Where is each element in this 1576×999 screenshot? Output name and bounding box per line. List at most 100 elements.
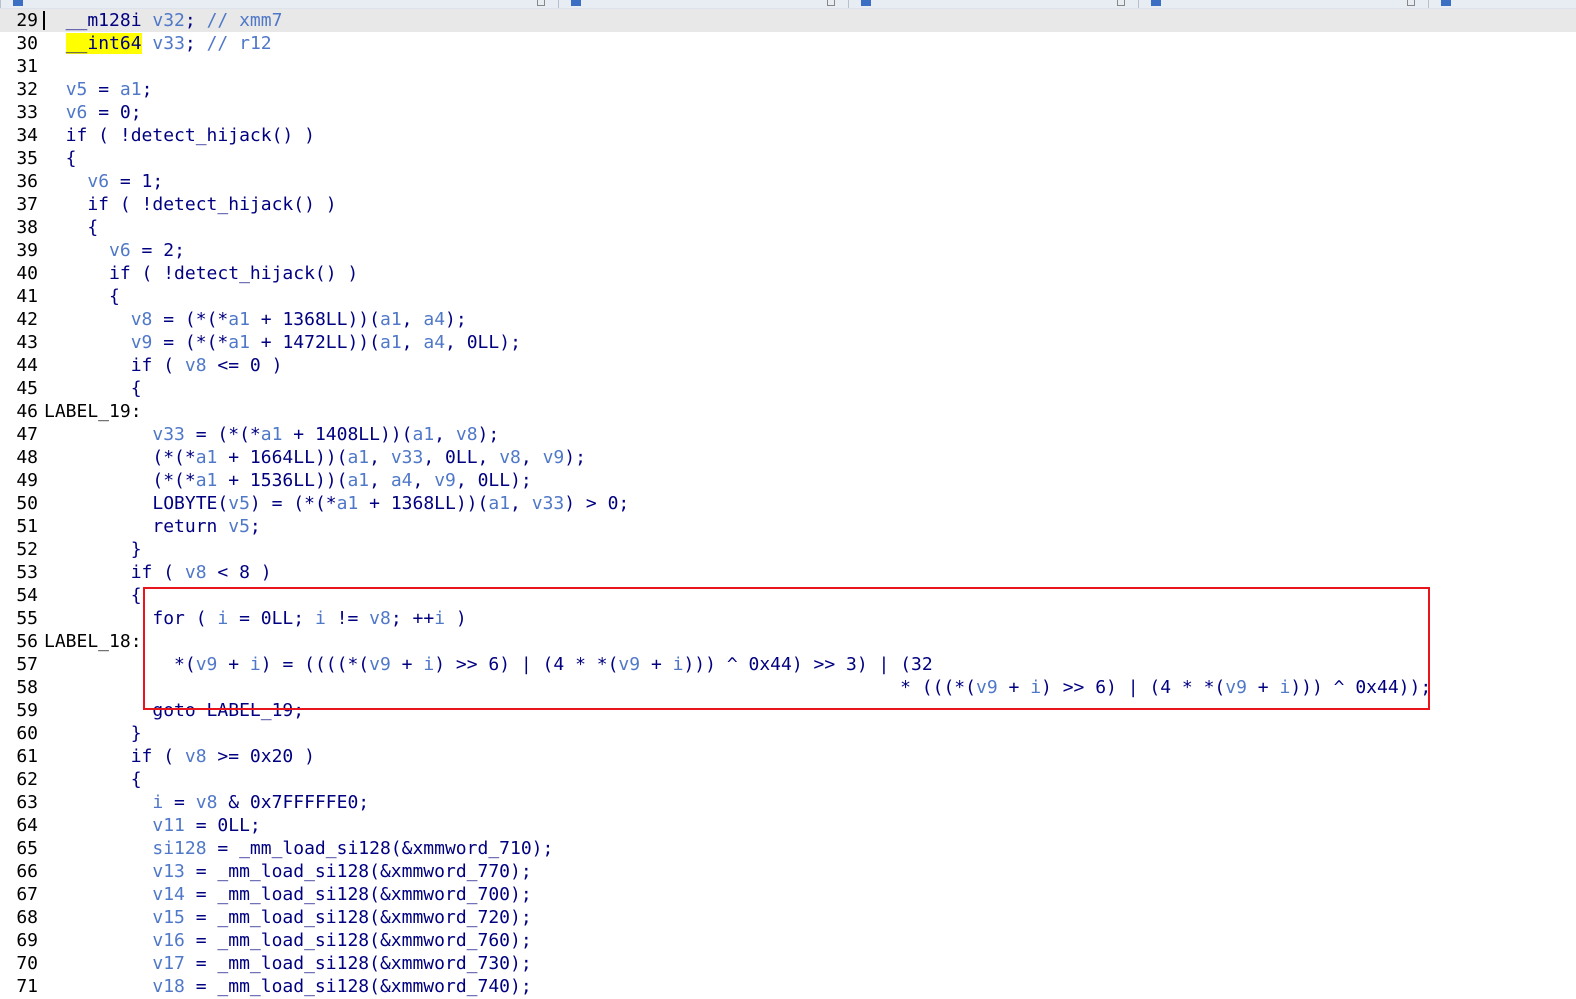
tab-hex-view[interactable] <box>558 0 849 8</box>
code-line[interactable]: 37 if ( !detect_hijack() ) <box>0 193 1576 216</box>
line-number: 65 <box>16 838 38 859</box>
tab-imports[interactable] <box>1428 0 1576 8</box>
line-number: 55 <box>16 608 38 629</box>
code-text: (*(*a1 + 1536LL))(a1, a4, v9, 0LL); <box>44 470 532 491</box>
code-line[interactable]: 38 { <box>0 216 1576 239</box>
line-number: 31 <box>16 56 38 77</box>
code-line[interactable]: 53 if ( v8 < 8 ) <box>0 561 1576 584</box>
code-text: return v5; <box>44 516 261 537</box>
code-line[interactable]: 35 { <box>0 147 1576 170</box>
code-line[interactable]: 42 v8 = (*(*a1 + 1368LL))(a1, a4); <box>0 308 1576 331</box>
code-text: v5 = a1; <box>65 79 153 100</box>
code-text: __int64 v33; // r12 <box>65 33 272 54</box>
code-line[interactable]: 64 v11 = 0LL; <box>0 814 1576 837</box>
tab-structures[interactable] <box>848 0 1139 8</box>
code-text: v17 = _mm_load_si128(&xmmword_730); <box>152 953 532 974</box>
code-text: { <box>44 378 142 399</box>
code-text: { <box>44 148 77 169</box>
code-line[interactable]: 34 if ( !detect_hijack() ) <box>0 124 1576 147</box>
close-icon[interactable] <box>1407 0 1415 6</box>
code-line[interactable]: 39 v6 = 2; <box>0 239 1576 262</box>
line-number: 43 <box>16 332 38 353</box>
line-number: 61 <box>16 746 38 767</box>
code-line[interactable]: 50 LOBYTE(v5) = (*(*a1 + 1368LL))(a1, v3… <box>0 492 1576 515</box>
code-line[interactable]: 41 { <box>0 285 1576 308</box>
close-icon[interactable] <box>1117 0 1125 6</box>
code-text: v8 = (*(*a1 + 1368LL))(a1, a4); <box>130 309 467 330</box>
code-line[interactable]: 71 v18 = _mm_load_si128(&xmmword_740); <box>0 975 1576 998</box>
code-text: v9 = (*(*a1 + 1472LL))(a1, a4, 0LL); <box>130 332 521 353</box>
line-number: 59 <box>16 700 38 721</box>
line-number: 34 <box>16 125 38 146</box>
line-number: 40 <box>16 263 38 284</box>
tab-enums[interactable] <box>1138 0 1429 8</box>
code-text: v6 = 1; <box>87 171 164 192</box>
code-line[interactable]: 45 { <box>0 377 1576 400</box>
code-line[interactable]: 44 if ( v8 <= 0 ) <box>0 354 1576 377</box>
code-line[interactable]: 32 v5 = a1; <box>0 78 1576 101</box>
line-number: 62 <box>16 769 38 790</box>
code-line[interactable]: 31 <box>0 55 1576 78</box>
line-number: 30 <box>16 33 38 54</box>
code-line[interactable]: 47 v33 = (*(*a1 + 1408LL))(a1, v8); <box>0 423 1576 446</box>
code-line[interactable]: 30 __int64 v33; // r12 <box>0 32 1576 55</box>
code-line[interactable]: 36 v6 = 1; <box>0 170 1576 193</box>
code-line[interactable]: 69 v16 = _mm_load_si128(&xmmword_760); <box>0 929 1576 952</box>
code-line[interactable]: 70 v17 = _mm_load_si128(&xmmword_730); <box>0 952 1576 975</box>
code-text: v15 = _mm_load_si128(&xmmword_720); <box>152 907 532 928</box>
code-text: { <box>44 769 142 790</box>
code-text: { <box>44 585 142 606</box>
line-number: 38 <box>16 217 38 238</box>
text-cursor <box>43 11 45 30</box>
code-line[interactable]: 67 v14 = _mm_load_si128(&xmmword_700); <box>0 883 1576 906</box>
code-line[interactable]: 68 v15 = _mm_load_si128(&xmmword_720); <box>0 906 1576 929</box>
code-text: si128 = _mm_load_si128(&xmmword_710); <box>152 838 554 859</box>
line-number: 63 <box>16 792 38 813</box>
close-icon[interactable] <box>827 0 835 6</box>
code-text: v6 = 2; <box>109 240 185 261</box>
code-line[interactable]: 65 si128 = _mm_load_si128(&xmmword_710); <box>0 837 1576 860</box>
pseudocode-editor[interactable]: 29 __m128i v32; // xmm7 30 __int64 v33; /… <box>0 9 1576 999</box>
code-line[interactable]: 62 { <box>0 768 1576 791</box>
code-line[interactable]: 29 __m128i v32; // xmm7 <box>0 9 1576 32</box>
imports-icon <box>1441 0 1451 6</box>
code-line[interactable]: 48 (*(*a1 + 1664LL))(a1, v33, 0LL, v8, v… <box>0 446 1576 469</box>
code-line[interactable]: 51 return v5; <box>0 515 1576 538</box>
code-text: LABEL_18: <box>44 631 142 652</box>
code-text: if ( v8 <= 0 ) <box>44 355 283 376</box>
line-number: 66 <box>16 861 38 882</box>
line-number: 47 <box>16 424 38 445</box>
code-text: __m128i v32; // xmm7 <box>44 10 283 31</box>
code-line[interactable]: 46 LABEL_19: <box>0 400 1576 423</box>
tab-pseudocode-view[interactable] <box>0 0 559 8</box>
code-text: { <box>44 286 120 307</box>
code-line[interactable]: 40 if ( !detect_hijack() ) <box>0 262 1576 285</box>
pseudocode-view-icon <box>13 0 23 6</box>
line-number: 64 <box>16 815 38 836</box>
code-text: LOBYTE(v5) = (*(*a1 + 1368LL))(a1, v33) … <box>44 493 630 514</box>
code-line[interactable]: 49 (*(*a1 + 1536LL))(a1, a4, v9, 0LL); <box>0 469 1576 492</box>
annotation-highlight-box <box>143 587 1430 710</box>
code-line[interactable]: 43 v9 = (*(*a1 + 1472LL))(a1, a4, 0LL); <box>0 331 1576 354</box>
code-line[interactable]: 66 v13 = _mm_load_si128(&xmmword_770); <box>0 860 1576 883</box>
highlighted-identifier[interactable]: __int64 <box>65 33 142 54</box>
line-number: 49 <box>16 470 38 491</box>
close-icon[interactable] <box>537 0 545 6</box>
line-number: 69 <box>16 930 38 951</box>
line-number: 56 <box>16 631 38 652</box>
line-number: 58 <box>16 677 38 698</box>
line-number: 35 <box>16 148 38 169</box>
code-line[interactable]: 60 } <box>0 722 1576 745</box>
line-number: 29 <box>16 10 38 31</box>
line-number: 39 <box>16 240 38 261</box>
code-line[interactable]: 33 v6 = 0; <box>0 101 1576 124</box>
code-line[interactable]: 61 if ( v8 >= 0x20 ) <box>0 745 1576 768</box>
code-text: if ( !detect_hijack() ) <box>44 194 337 215</box>
line-number: 41 <box>16 286 38 307</box>
code-text: } <box>44 723 142 744</box>
code-line[interactable]: 52 } <box>0 538 1576 561</box>
code-text: } <box>44 539 142 560</box>
code-text: v18 = _mm_load_si128(&xmmword_740); <box>152 976 532 997</box>
line-number: 54 <box>16 585 38 606</box>
code-line[interactable]: 63 i = v8 & 0x7FFFFFE0; <box>0 791 1576 814</box>
